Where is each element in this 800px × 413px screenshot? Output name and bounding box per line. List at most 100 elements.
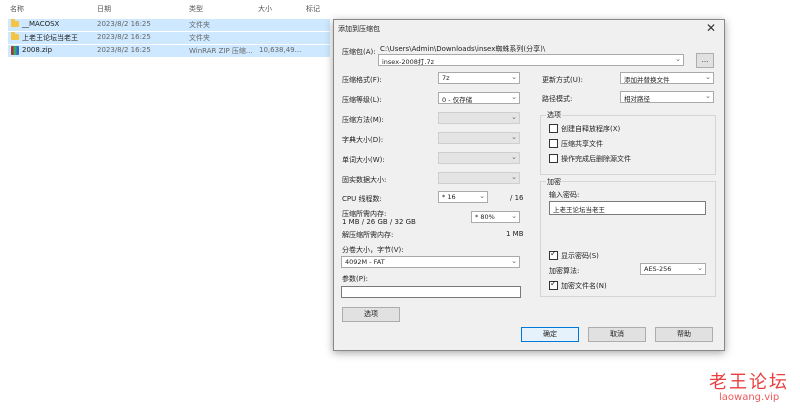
method-label: 压缩方法(M): <box>342 116 384 124</box>
file-name: __MACOSX <box>22 20 60 28</box>
zip-icon <box>11 46 19 55</box>
column-header-name[interactable]: 名称 <box>10 4 24 16</box>
mem-select[interactable]: * 80% ⌄ <box>471 211 520 223</box>
chevron-down-icon: ⌄ <box>479 192 485 200</box>
column-header-size[interactable]: 大小 <box>258 4 272 16</box>
close-icon[interactable]: ✕ <box>706 21 716 35</box>
chevron-down-icon: ⌄ <box>705 73 711 81</box>
file-name: 2008.zip <box>22 46 53 54</box>
format-select[interactable]: 7z ⌄ <box>438 72 520 84</box>
update-value: 添加并替换文件 <box>624 76 670 84</box>
level-value: 0 - 仅存储 <box>442 96 473 104</box>
archive-name-combo[interactable]: insex-2008打.7z ⌄ <box>378 54 684 66</box>
password-input[interactable]: 上老王论坛当老王 <box>549 201 706 215</box>
dialog-title: 添加到压缩包 <box>338 25 380 33</box>
decomp-value: 1 MB <box>506 230 524 238</box>
show-password-checkbox[interactable] <box>549 249 558 260</box>
chevron-down-icon: ⌄ <box>511 153 517 161</box>
chevron-down-icon: ⌄ <box>511 133 517 141</box>
threads-value: * 16 <box>442 193 456 201</box>
watermark-url: laowang.vip <box>719 392 780 403</box>
chevron-down-icon: ⌄ <box>705 92 711 100</box>
pathmode-value: 相对路径 <box>624 95 650 103</box>
dict-label: 字典大小(D): <box>342 136 384 144</box>
column-header-tag[interactable]: 标记 <box>306 4 320 16</box>
threads-max: / 16 <box>510 194 524 202</box>
update-label: 更新方式(U): <box>542 76 583 84</box>
encrypt-names-checkbox[interactable] <box>549 279 558 290</box>
options-group-title: 选项 <box>546 110 562 120</box>
archive-path: C:\Users\Admin\Downloads\insex蜘蛛系列(分享)\ <box>380 45 546 53</box>
sfx-label: 创建自释放程序(X) <box>561 125 621 133</box>
show-password-label: 显示密码(S) <box>561 252 599 260</box>
solid-select: ⌄ <box>438 172 520 184</box>
password-value: 上老王论坛当老王 <box>553 206 605 214</box>
ok-button[interactable]: 确定 <box>521 327 579 342</box>
solid-label: 固实数据大小: <box>342 176 387 184</box>
file-row[interactable]: 2008.zip 2023/8/2 16:25 WinRAR ZIP 压缩...… <box>8 45 330 57</box>
pathmode-label: 路径模式: <box>542 95 573 103</box>
chevron-down-icon: ⌄ <box>675 55 681 63</box>
encrypt-group-title: 加密 <box>546 177 562 187</box>
params-label: 参数(P): <box>342 275 369 283</box>
chevron-down-icon: ⌄ <box>511 113 517 121</box>
archive-label: 压缩包(A): <box>342 48 376 56</box>
folder-icon <box>11 19 19 27</box>
enc-method-label: 加密算法: <box>549 267 580 275</box>
enc-method-value: AES-256 <box>644 265 672 273</box>
split-label: 分卷大小，字节(V): <box>342 246 404 254</box>
threads-label: CPU 线程数: <box>342 195 382 203</box>
column-header-type[interactable]: 类型 <box>189 4 203 16</box>
column-header-date[interactable]: 日期 <box>97 4 111 16</box>
word-label: 单词大小(W): <box>342 156 385 164</box>
file-type: WinRAR ZIP 压缩... <box>189 47 253 55</box>
shared-label: 压缩共享文件 <box>561 140 603 148</box>
cancel-button[interactable]: 取消 <box>588 327 646 342</box>
update-select[interactable]: 添加并替换文件 ⌄ <box>620 72 714 84</box>
file-row[interactable]: __MACOSX 2023/8/2 16:25 文件夹 <box>8 19 330 31</box>
password-label: 输入密码: <box>549 191 580 199</box>
level-select[interactable]: 0 - 仅存储 ⌄ <box>438 92 520 104</box>
watermark-logo: 老王论坛 <box>709 372 789 393</box>
file-type: 文件夹 <box>189 21 210 29</box>
chevron-down-icon: ⌄ <box>511 257 517 265</box>
browse-button[interactable]: ... <box>696 53 714 68</box>
file-date: 2023/8/2 16:25 <box>97 46 151 54</box>
file-name: 上老王论坛当老王 <box>22 34 78 42</box>
dict-select: ⌄ <box>438 132 520 144</box>
sfx-checkbox[interactable] <box>549 124 558 133</box>
chevron-down-icon: ⌄ <box>511 212 517 220</box>
add-to-archive-dialog: 添加到压缩包 ✕ 压缩包(A): C:\Users\Admin\Download… <box>333 19 725 351</box>
split-select[interactable]: 4092M - FAT ⌄ <box>341 256 520 268</box>
file-row[interactable]: 上老王论坛当老王 2023/8/2 16:25 文件夹 <box>8 32 330 44</box>
file-date: 2023/8/2 16:25 <box>97 33 151 41</box>
shared-checkbox[interactable] <box>549 139 558 148</box>
encrypt-names-label: 加密文件名(N) <box>561 282 607 290</box>
word-select: ⌄ <box>438 152 520 164</box>
split-value: 4092M - FAT <box>345 258 385 266</box>
method-select: ⌄ <box>438 112 520 124</box>
decomp-label: 解压缩所需内存: <box>342 231 394 239</box>
format-value: 7z <box>442 74 450 82</box>
file-type: 文件夹 <box>189 34 210 42</box>
chevron-down-icon: ⌄ <box>511 93 517 101</box>
mem-value: * 80% <box>475 213 495 221</box>
delete-checkbox[interactable] <box>549 154 558 163</box>
help-button[interactable]: 帮助 <box>655 327 713 342</box>
file-date: 2023/8/2 16:25 <box>97 20 151 28</box>
level-label: 压缩等级(L): <box>342 96 382 104</box>
threads-select[interactable]: * 16 ⌄ <box>438 191 488 203</box>
chevron-down-icon: ⌄ <box>697 264 703 272</box>
folder-icon <box>11 32 19 40</box>
chevron-down-icon: ⌄ <box>511 73 517 81</box>
options-button[interactable]: 选项 <box>342 307 400 322</box>
delete-label: 操作完成后删除源文件 <box>561 155 631 163</box>
chevron-down-icon: ⌄ <box>511 173 517 181</box>
mem-detail: 1 MB / 26 GB / 32 GB <box>342 218 416 226</box>
archive-name-value: insex-2008打.7z <box>382 58 435 66</box>
enc-method-select[interactable]: AES-256 ⌄ <box>640 263 706 275</box>
pathmode-select[interactable]: 相对路径 ⌄ <box>620 91 714 103</box>
file-size: 10,638,49... <box>259 46 302 54</box>
format-label: 压缩格式(F): <box>342 76 382 84</box>
params-input[interactable] <box>341 286 521 298</box>
